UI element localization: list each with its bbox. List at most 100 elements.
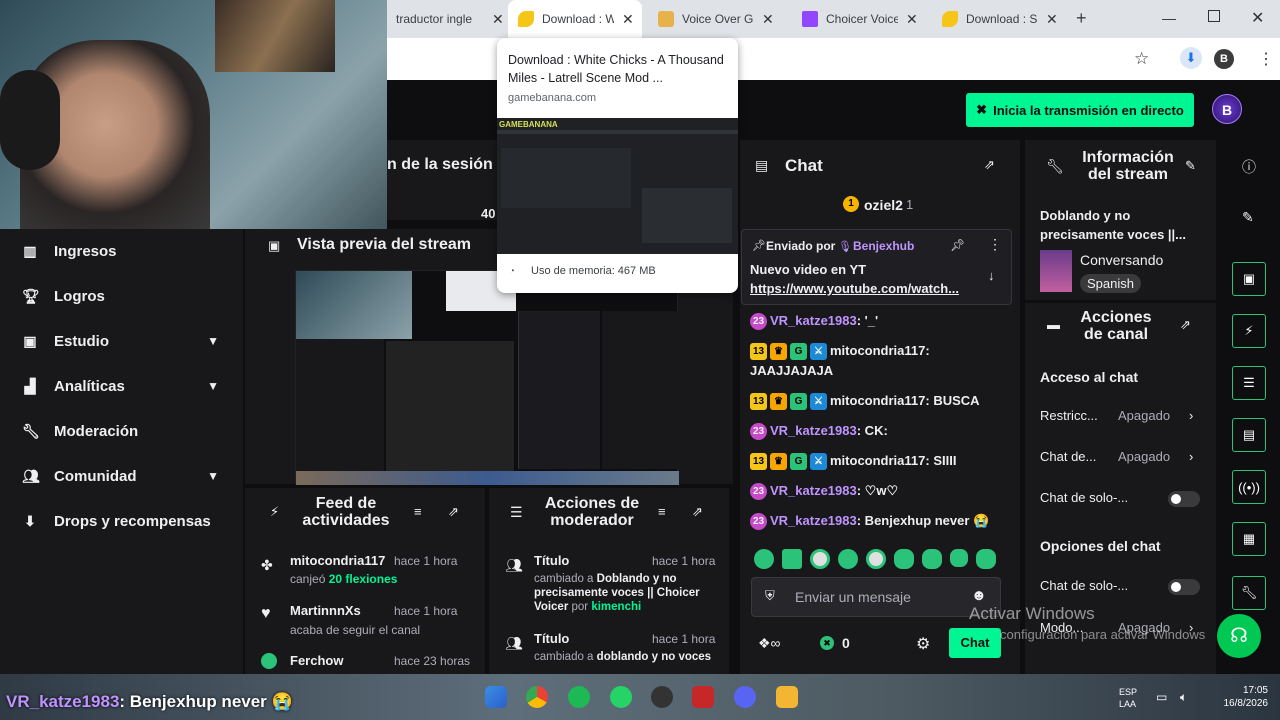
quick-action-list-icon[interactable]: ☰	[1232, 366, 1266, 400]
minimize-button[interactable]: —	[1162, 10, 1176, 26]
pin-toggle-icon[interactable]: 📌︎	[950, 238, 965, 252]
emote-icon[interactable]	[922, 549, 942, 569]
community-points-icon[interactable]: ❖∞	[758, 635, 781, 652]
chat-username[interactable]: VR_katze1983	[770, 423, 857, 438]
quick-action-wrench-icon[interactable]: 🔧︎	[1232, 576, 1266, 610]
emoji-icon[interactable]: ☻	[971, 587, 987, 604]
popout-icon[interactable]: ⇗	[984, 157, 995, 173]
emote-icon[interactable]	[782, 549, 802, 569]
quick-action-chat-icon[interactable]: ▤	[1232, 418, 1266, 452]
emote-icon[interactable]	[950, 549, 968, 567]
pinned-link[interactable]: https://www.youtube.com/watch...	[750, 281, 959, 296]
chat-de-label[interactable]: Chat de...	[1040, 449, 1096, 464]
browser-menu-icon[interactable]: ⋮	[1258, 49, 1274, 69]
spotify-icon[interactable]	[568, 686, 590, 708]
bookmark-star-icon[interactable]: ☆	[1134, 49, 1149, 69]
input-language[interactable]: ESP LAA	[1119, 686, 1137, 710]
quick-action-bolt-icon[interactable]: ⚡︎	[1232, 314, 1266, 348]
quick-action-preview-icon[interactable]: ▣	[1232, 262, 1266, 296]
chat-username[interactable]: mitocondria117	[830, 453, 925, 468]
mod-action-item[interactable]: 👥︎ Título hace 1 hora cambiado a dobland…	[489, 623, 727, 673]
popout-icon[interactable]: ⇗	[692, 504, 703, 520]
info-icon[interactable]: ⓘ	[1242, 157, 1256, 177]
stream-preview-video[interactable]	[295, 270, 679, 485]
chat-send-button[interactable]: Chat	[949, 628, 1001, 658]
sidebar-item-comunidad[interactable]: 👥︎ Comunidad ▼	[0, 456, 243, 496]
restricted-label[interactable]: Restricc...	[1040, 408, 1098, 423]
pinned-by-user[interactable]: Benjexhub	[853, 239, 914, 253]
chat-username[interactable]: mitocondria117	[830, 343, 925, 358]
tab-choicer-voicer[interactable]: Choicer Voicer ✕	[792, 0, 928, 38]
windows-start-icon[interactable]	[485, 686, 507, 708]
profile-avatar[interactable]: B	[1214, 49, 1234, 69]
language-tag[interactable]: Spanish	[1080, 274, 1141, 293]
activity-item[interactable]: ♥ MartinnnXs hace 1 hora acaba de seguir…	[245, 595, 483, 645]
close-icon[interactable]: ✕	[622, 11, 634, 28]
emote-icon[interactable]	[976, 549, 996, 569]
download-icon[interactable]: ⬇	[1180, 47, 1202, 69]
tab-traductor[interactable]: traductor ingle ✕	[386, 0, 506, 38]
close-icon[interactable]: ✕	[762, 11, 774, 28]
solo-chat-toggle-2[interactable]	[1168, 579, 1200, 595]
maximize-button[interactable]	[1208, 10, 1220, 22]
edit-pencil-icon[interactable]: ✎	[1185, 158, 1196, 174]
sidebar-item-estudio[interactable]: ▣ Estudio ▼	[0, 321, 243, 361]
obs-icon[interactable]	[651, 686, 673, 708]
quick-action-mod-icon[interactable]: ▦	[1232, 522, 1266, 556]
close-icon[interactable]: ✕	[906, 11, 918, 28]
channel-avatar[interactable]: B	[1212, 94, 1242, 124]
tab-download-white-chicks[interactable]: Download : Wi ✕	[508, 0, 642, 38]
window-close-button[interactable]: ✕	[1251, 8, 1264, 28]
file-explorer-icon[interactable]	[776, 686, 798, 708]
whatsapp-icon[interactable]	[610, 686, 632, 708]
chevron-right-icon[interactable]: ›	[1189, 449, 1193, 464]
emote-icon[interactable]	[810, 549, 830, 569]
category-name[interactable]: Conversando	[1080, 252, 1163, 268]
volume-icon[interactable]: 🔈︎	[1180, 690, 1187, 705]
sidebar-item-logros[interactable]: 🏆︎ Logros	[0, 276, 243, 316]
popout-icon[interactable]: ⇗	[448, 504, 459, 520]
gear-icon[interactable]: ⚙	[916, 634, 930, 654]
tab-voice-over[interactable]: Voice Over Gar ✕	[648, 0, 784, 38]
chrome-icon[interactable]	[526, 686, 548, 708]
emote-icon[interactable]	[894, 549, 914, 569]
solo-chat-toggle[interactable]	[1168, 491, 1200, 507]
popout-icon[interactable]: ⇗	[1180, 317, 1191, 333]
sidebar-item-ingresos[interactable]: ▥ Ingresos	[0, 231, 243, 271]
emote-icon[interactable]	[754, 549, 774, 569]
sidebar-item-drops[interactable]: ⬇ Drops y recompensas	[0, 501, 243, 541]
sidebar-item-analiticas[interactable]: ▟ Analíticas ▼	[0, 366, 243, 406]
chat-username[interactable]: mitocondria117	[830, 393, 925, 408]
activity-user[interactable]: mitocondria117	[290, 553, 385, 568]
activity-user[interactable]: Ferchow	[290, 653, 343, 668]
chevron-right-icon[interactable]: ›	[1189, 408, 1193, 423]
quick-action-broadcast-icon[interactable]: ((•))	[1232, 470, 1266, 504]
emote-icon[interactable]	[866, 549, 886, 569]
chat-username[interactable]: VR_katze1983	[770, 483, 857, 498]
emote-icon[interactable]	[838, 549, 858, 569]
sidebar-item-moderacion[interactable]: 🔧︎ Moderación	[0, 411, 243, 451]
activity-user[interactable]: MartinnnXs	[290, 603, 361, 618]
close-icon[interactable]: ✕	[1046, 11, 1058, 28]
filter-icon[interactable]: ≡	[414, 504, 422, 519]
voicemeeter-icon[interactable]	[692, 686, 714, 708]
start-stream-button[interactable]: ✖ Inicia la transmisión en directo	[966, 93, 1194, 127]
network-icon[interactable]: ▭	[1156, 690, 1167, 704]
activity-item[interactable]: ✤ mitocondria117 hace 1 hora canjeó 20 f…	[245, 545, 483, 595]
support-headset-icon[interactable]: ☊	[1217, 614, 1261, 658]
mod-action-user[interactable]: kimenchi	[591, 601, 641, 613]
clock[interactable]: 17:05 16/8/2026	[1208, 684, 1269, 710]
chat-username[interactable]: VR_katze1983	[770, 513, 857, 528]
chat-username[interactable]: VR_katze1983	[770, 313, 857, 328]
more-options-icon[interactable]: ⋮	[988, 236, 1002, 253]
activity-item[interactable]: Ferchow hace 23 horas	[245, 645, 483, 673]
edit-icon[interactable]: ✎	[1242, 209, 1254, 226]
mod-action-item[interactable]: 👥︎ Título hace 1 hora cambiado a Dobland…	[489, 545, 727, 621]
filter-icon[interactable]: ≡	[658, 504, 666, 519]
new-tab-button[interactable]: +	[1076, 8, 1087, 29]
close-icon[interactable]: ✕	[492, 11, 504, 28]
discord-icon[interactable]	[734, 686, 756, 708]
top-gifter-name[interactable]: oziel2	[864, 197, 903, 213]
expand-arrow-icon[interactable]: ↓	[988, 268, 995, 283]
tab-download-sp[interactable]: Download : Sp ✕	[932, 0, 1066, 38]
